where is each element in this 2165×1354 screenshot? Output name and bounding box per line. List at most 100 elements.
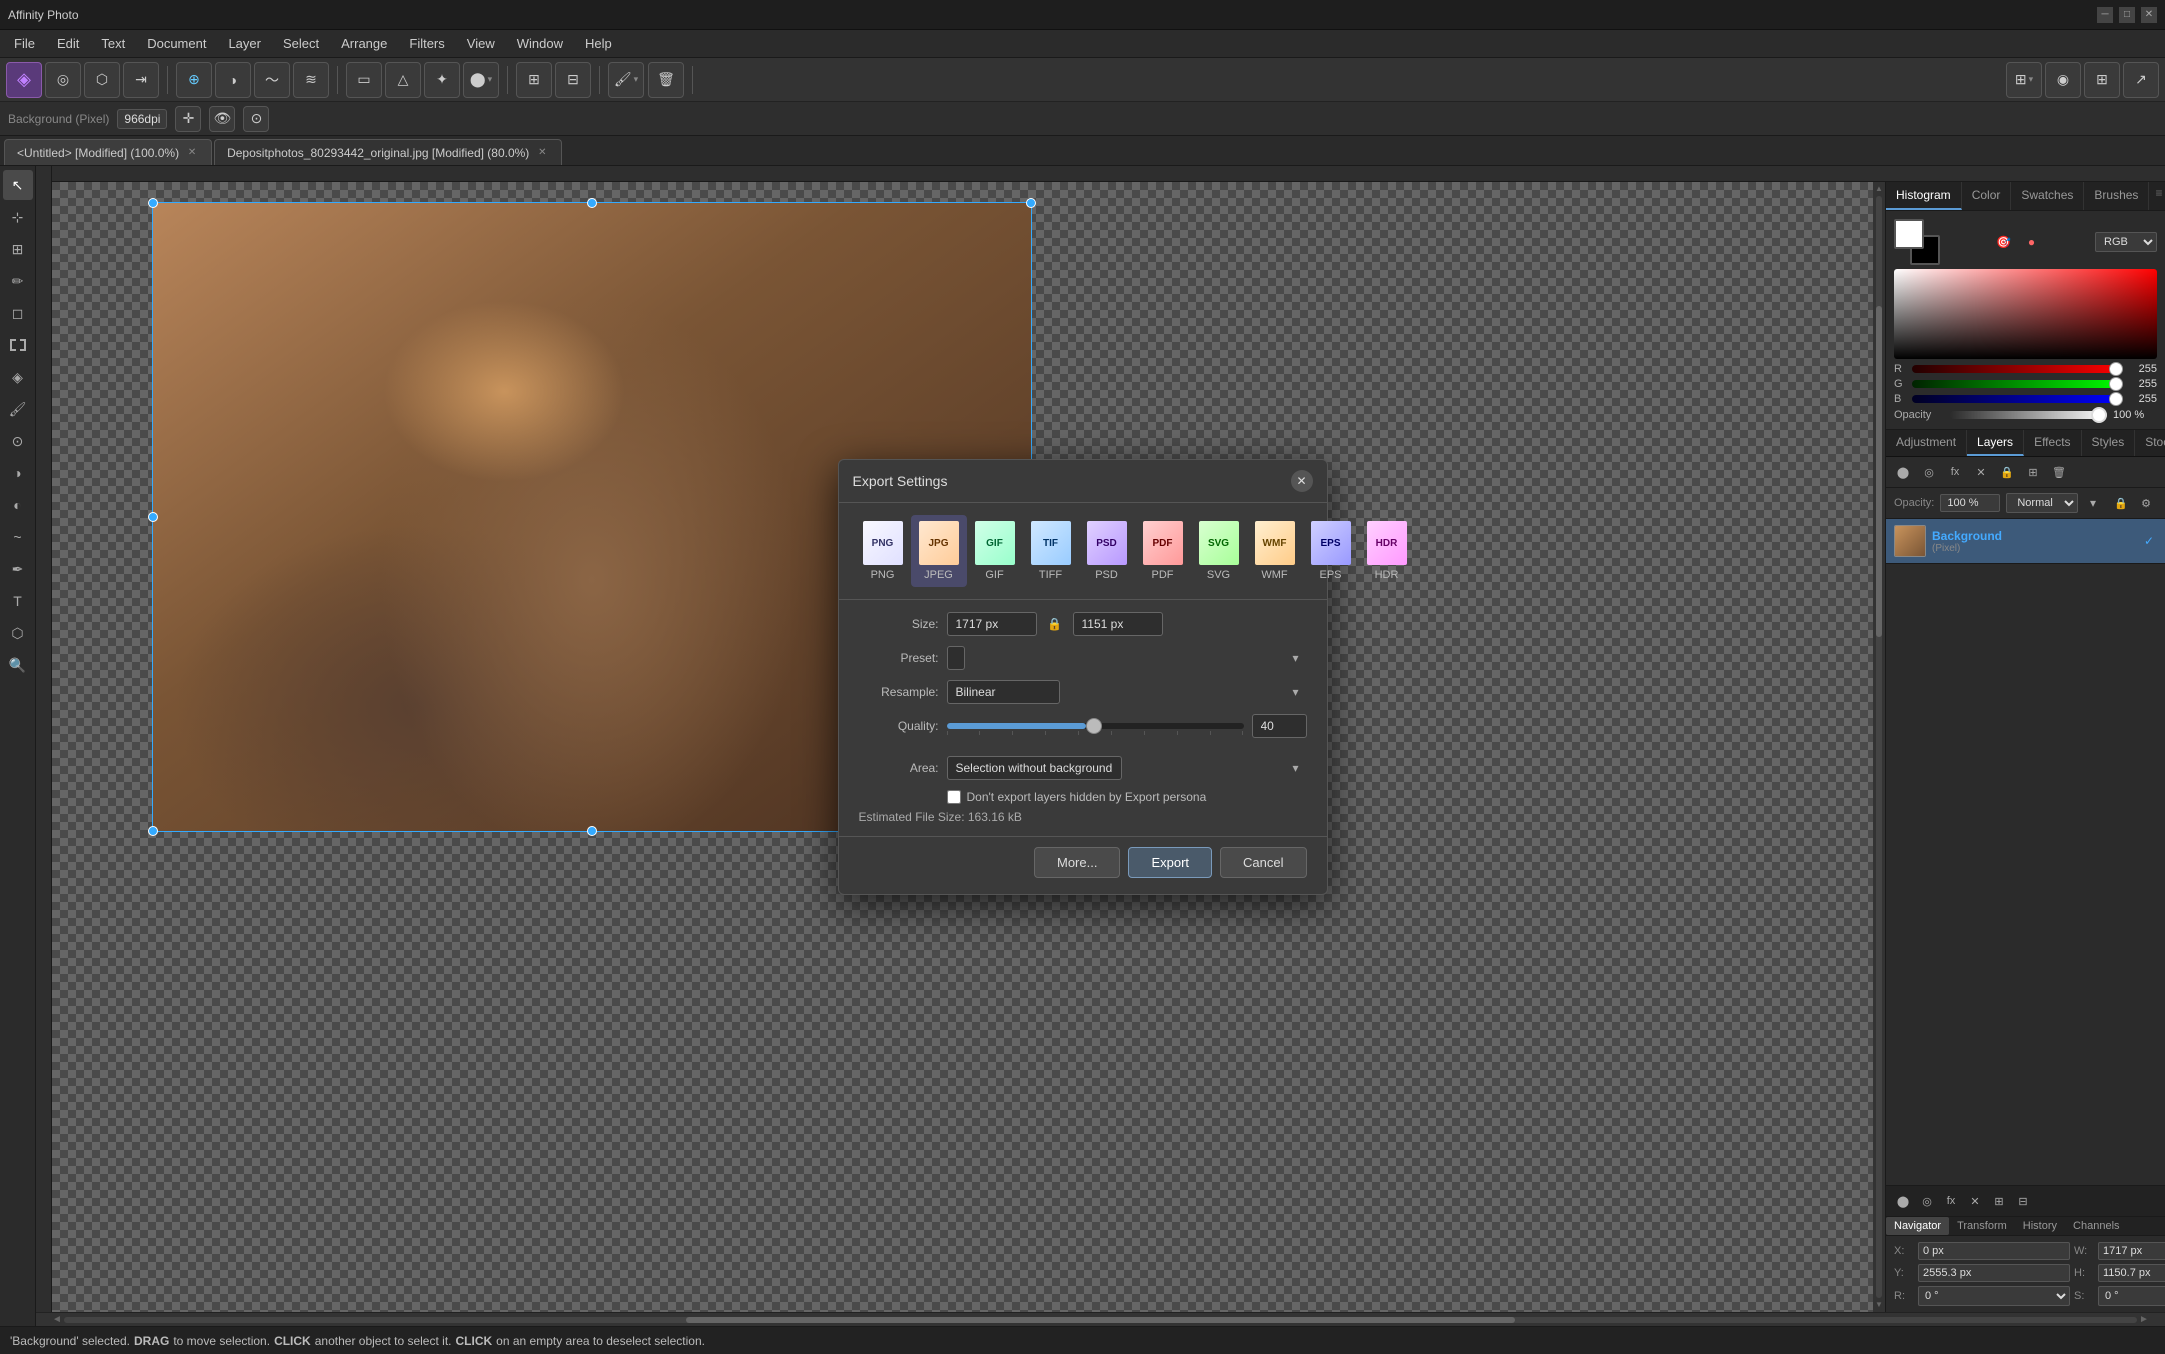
format-gif[interactable]: GIF GIF xyxy=(967,515,1023,587)
hscroll-track[interactable] xyxy=(64,1317,2137,1323)
levels-btn[interactable]: ≋ xyxy=(293,62,329,98)
handle-tm[interactable] xyxy=(587,198,597,208)
channel-g-thumb[interactable] xyxy=(2109,377,2123,391)
layer-item-background[interactable]: Background (Pixel) ✓ xyxy=(1886,519,2165,564)
tab-untitled-close[interactable]: ✕ xyxy=(185,146,199,160)
select-move-tool[interactable]: ↖ xyxy=(3,170,33,200)
color-model-select[interactable]: RGB HSL CMYK xyxy=(2095,232,2157,252)
close-button[interactable]: ✕ xyxy=(2141,7,2157,23)
layer-arrange-btn[interactable]: ⊞ xyxy=(2022,461,2044,483)
zoom-tool[interactable]: 🔍 xyxy=(3,650,33,680)
dialog-close-button[interactable]: ✕ xyxy=(1291,470,1313,492)
h-input[interactable] xyxy=(2098,1264,2165,1282)
rpanel-menu-btn[interactable]: ≡ xyxy=(2149,182,2165,210)
menu-arrange[interactable]: Arrange xyxy=(331,32,397,55)
tab-photo-close[interactable]: ✕ xyxy=(535,146,549,160)
minimize-button[interactable]: ─ xyxy=(2097,7,2113,23)
format-tiff[interactable]: TIF TIFF xyxy=(1023,515,1079,587)
rpanel-tab-brushes[interactable]: Brushes xyxy=(2084,182,2149,210)
grid-btn[interactable]: ⊞ xyxy=(516,62,552,98)
menu-select[interactable]: Select xyxy=(273,32,329,55)
adj-tab-layers[interactable]: Layers xyxy=(1967,430,2024,456)
type-tool[interactable]: T xyxy=(3,586,33,616)
eyedropper-btn[interactable]: 🎯 xyxy=(1992,230,2016,254)
menu-edit[interactable]: Edit xyxy=(47,32,89,55)
r-select[interactable]: 0 ° xyxy=(1918,1286,2070,1306)
develop-persona-btn[interactable]: ⬡ xyxy=(84,62,120,98)
layer-lock-btn2[interactable]: 🔒 xyxy=(2110,492,2132,514)
format-eps[interactable]: EPS EPS xyxy=(1303,515,1359,587)
studio-btn[interactable]: ◉ xyxy=(2045,62,2081,98)
layer-del-btn[interactable]: 🗑 xyxy=(2048,461,2070,483)
channel-b-slider[interactable] xyxy=(1912,395,2121,403)
brush-tool[interactable]: ✏ xyxy=(3,266,33,296)
format-hdr[interactable]: HDR HDR xyxy=(1359,515,1415,587)
flood-fill-tool[interactable]: ◈ xyxy=(3,362,33,392)
liquify-persona-btn[interactable]: ◎ xyxy=(45,62,81,98)
hscroll-left-btn[interactable]: ◄ xyxy=(50,1314,64,1325)
handle-bm[interactable] xyxy=(587,826,597,836)
format-psd[interactable]: PSD PSD xyxy=(1079,515,1135,587)
layer-tool-3[interactable]: fx xyxy=(1944,461,1966,483)
menu-layer[interactable]: Layer xyxy=(218,32,271,55)
visibility-ctx-btn[interactable]: 👁 xyxy=(209,106,235,132)
move-tool-ctx-btn[interactable]: ✛ xyxy=(175,106,201,132)
opacity-thumb[interactable] xyxy=(2091,407,2107,423)
photo-persona-btn[interactable]: ◈ xyxy=(6,62,42,98)
layer-visible-check[interactable]: ✓ xyxy=(2141,533,2157,549)
pen-tool[interactable]: ✒ xyxy=(3,554,33,584)
adj-tab-styles[interactable]: Styles xyxy=(2082,430,2136,456)
bottom-tool-5[interactable]: ⊟ xyxy=(2012,1190,2034,1212)
brush-sel-btn[interactable]: ⬤ ▾ xyxy=(463,62,499,98)
color-adj-btn[interactable]: 🖌 ▾ xyxy=(608,62,644,98)
fg-bg-colors[interactable] xyxy=(1894,219,1940,265)
blend-mode-select[interactable]: Normal Multiply Screen Overlay xyxy=(2006,493,2078,513)
preset-select[interactable] xyxy=(947,646,965,670)
tab-transform[interactable]: Transform xyxy=(1949,1217,2015,1235)
paint-brush-tool[interactable]: 🖌 xyxy=(3,394,33,424)
quality-slider[interactable] xyxy=(947,723,1244,729)
bottom-tool-4[interactable]: ⊞ xyxy=(1988,1190,2010,1212)
menu-filters[interactable]: Filters xyxy=(399,32,454,55)
tab-history[interactable]: History xyxy=(2015,1217,2065,1235)
format-pdf[interactable]: PDF PDF xyxy=(1135,515,1191,587)
handle-tr[interactable] xyxy=(1026,198,1036,208)
menu-file[interactable]: File xyxy=(4,32,45,55)
format-wmf[interactable]: WMF WMF xyxy=(1247,515,1303,587)
tab-photo[interactable]: Depositphotos_80293442_original.jpg [Mod… xyxy=(214,139,562,165)
vscroll-up-btn[interactable]: ▲ xyxy=(1874,184,1884,194)
burn-tool[interactable]: ◐ xyxy=(3,490,33,520)
menu-text[interactable]: Text xyxy=(91,32,135,55)
vscroll-thumb[interactable] xyxy=(1876,306,1882,637)
menu-document[interactable]: Document xyxy=(137,32,216,55)
format-svg[interactable]: SVG SVG xyxy=(1191,515,1247,587)
tab-channels[interactable]: Channels xyxy=(2065,1217,2127,1235)
format-jpeg[interactable]: JPG JPEG xyxy=(911,515,967,587)
horizontal-scrollbar[interactable]: ◄ ► xyxy=(36,1312,2165,1326)
bottom-tool-3[interactable]: ✕ xyxy=(1964,1190,1986,1212)
channel-r-thumb[interactable] xyxy=(2109,362,2123,376)
channel-b-thumb[interactable] xyxy=(2109,392,2123,406)
navigator-btn[interactable]: ⊕ xyxy=(176,62,212,98)
hscroll-right-btn[interactable]: ► xyxy=(2137,1314,2151,1325)
rpanel-tab-histogram[interactable]: Histogram xyxy=(1886,182,1962,210)
channel-g-slider[interactable] xyxy=(1912,380,2121,388)
snapping-btn[interactable]: ⊟ xyxy=(555,62,591,98)
layer-tool-2[interactable]: ◎ xyxy=(1918,461,1940,483)
layer-opacity-input[interactable] xyxy=(1940,494,2000,512)
bottom-tool-2[interactable]: ◎ xyxy=(1916,1190,1938,1212)
lock-icon[interactable]: 🔒 xyxy=(1045,614,1065,634)
arrange-btn[interactable]: ⊞ ▾ xyxy=(2006,62,2042,98)
rpanel-tab-swatches[interactable]: Swatches xyxy=(2011,182,2084,210)
layer-lock-btn[interactable]: 🔒 xyxy=(1996,461,2018,483)
width-input[interactable] xyxy=(947,612,1037,636)
menu-help[interactable]: Help xyxy=(575,32,622,55)
area-select[interactable]: Selection without background Whole docum… xyxy=(947,756,1122,780)
s-select[interactable]: 0 ° xyxy=(2098,1286,2165,1306)
w-input[interactable] xyxy=(2098,1242,2165,1260)
y-input[interactable] xyxy=(1918,1264,2070,1282)
threshold-btn[interactable]: ◑ xyxy=(215,62,251,98)
adj-tab-adjustment[interactable]: Adjustment xyxy=(1886,430,1967,456)
height-input[interactable] xyxy=(1073,612,1163,636)
adj-tab-stock[interactable]: Stock xyxy=(2135,430,2165,456)
